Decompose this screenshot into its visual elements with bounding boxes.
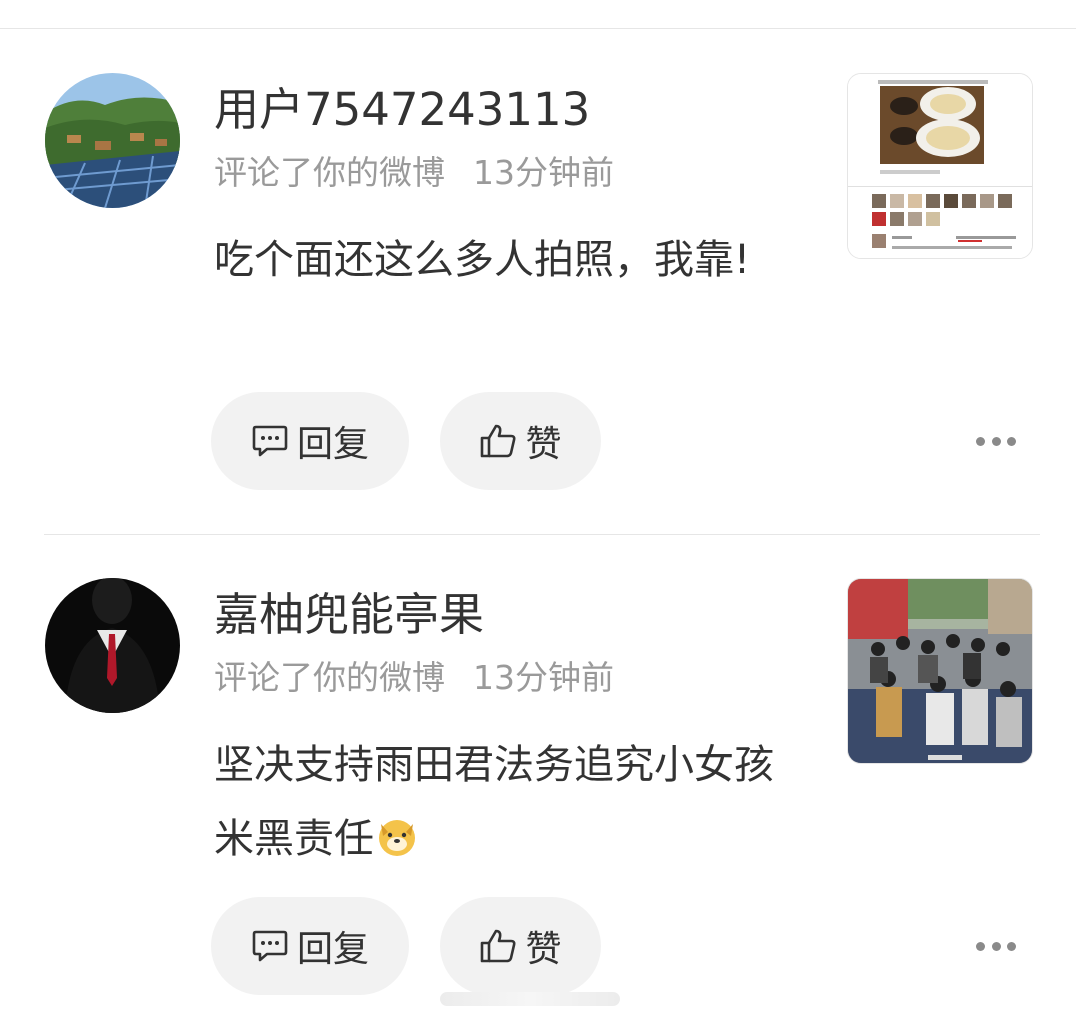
timestamp: 13分钟前 — [473, 153, 614, 192]
reply-button[interactable]: 回复 — [211, 897, 409, 995]
dumpling-screenshot-icon — [848, 74, 1032, 258]
like-button[interactable]: 赞 — [440, 897, 601, 995]
post-thumbnail[interactable] — [847, 73, 1033, 259]
landscape-avatar-icon — [45, 73, 180, 208]
like-label: 赞 — [525, 929, 562, 970]
suit-silhouette-avatar-icon — [45, 578, 180, 713]
comment-meta: 评论了你的微博 13分钟前 — [214, 156, 614, 189]
avatar[interactable] — [45, 73, 180, 208]
avatar[interactable] — [45, 578, 180, 713]
reply-label: 回复 — [296, 424, 369, 465]
thumbs-up-icon — [481, 424, 516, 458]
comment-meta: 评论了你的微博 13分钟前 — [214, 661, 614, 694]
like-button[interactable]: 赞 — [440, 392, 601, 490]
comment-divider — [44, 534, 1040, 535]
username[interactable]: 嘉柚兜能亭果 — [214, 592, 484, 637]
comment-text: 坚决支持雨田君法务追究小女孩米黑责任 — [214, 728, 794, 876]
timestamp: 13分钟前 — [473, 658, 614, 697]
action-text: 评论了你的微博 — [214, 658, 445, 697]
thumbs-up-icon — [481, 929, 516, 963]
more-options-icon[interactable] — [976, 940, 1016, 952]
like-label: 赞 — [525, 424, 562, 465]
reply-button[interactable]: 回复 — [211, 392, 409, 490]
top-divider — [0, 28, 1076, 29]
comment-bubble-icon — [252, 930, 288, 962]
comment-text: 吃个面还这么多人拍照，我靠! — [214, 237, 751, 283]
comment-text-content: 坚决支持雨田君法务追究小女孩米黑责任 — [214, 742, 774, 862]
more-options-icon[interactable] — [976, 435, 1016, 447]
reply-label: 回复 — [296, 929, 369, 970]
blurred-watermark — [440, 992, 620, 1006]
action-text: 评论了你的微博 — [214, 153, 445, 192]
crowd-street-photo-icon — [848, 579, 1032, 763]
comment-bubble-icon — [252, 425, 288, 457]
username[interactable]: 用户7547243113 — [214, 87, 590, 132]
post-thumbnail[interactable] — [847, 578, 1033, 764]
doge-emoji-icon — [379, 820, 415, 856]
